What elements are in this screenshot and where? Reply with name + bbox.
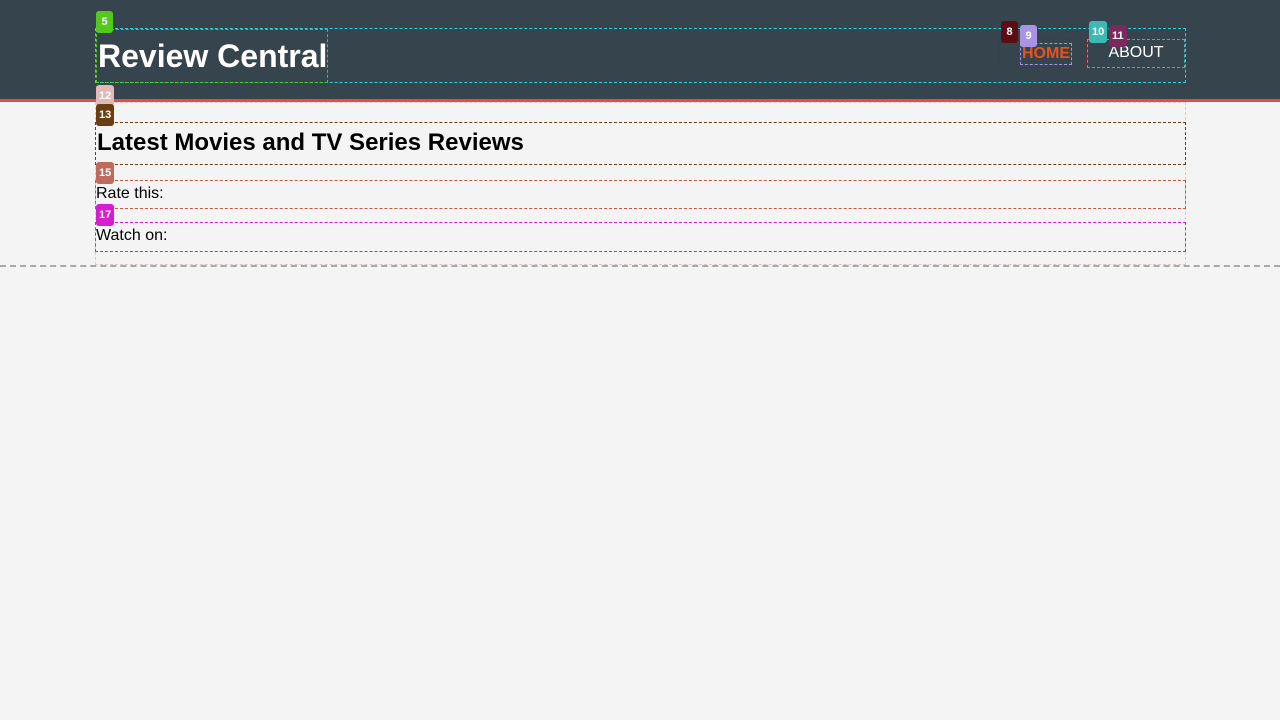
- badge-8: 8: [1001, 21, 1018, 43]
- watch-on-row: Watch on:: [95, 222, 1186, 252]
- badge-15: 15: [96, 162, 115, 184]
- badge-11: 11: [1109, 25, 1127, 47]
- badge-13: 13: [96, 104, 115, 126]
- nav-item-home: HOME: [999, 39, 1087, 68]
- main-content: Latest Movies and TV Series Reviews Rate…: [0, 102, 1280, 267]
- rating-row: Rate this:: [95, 180, 1186, 209]
- site-header: Review Central HOME ABOUT: [0, 0, 1280, 102]
- badge-10: 10: [1089, 21, 1108, 43]
- badge-17: 17: [96, 204, 115, 226]
- badge-5: 5: [96, 11, 113, 33]
- site-logo[interactable]: Review Central: [96, 29, 328, 83]
- reviews-container: Latest Movies and TV Series Reviews Rate…: [95, 102, 1186, 265]
- section-title: Latest Movies and TV Series Reviews: [95, 122, 1186, 165]
- nav-item-about: ABOUT: [1087, 39, 1185, 68]
- nav-link-about[interactable]: ABOUT: [1088, 40, 1184, 67]
- badge-9: 9: [1020, 25, 1037, 47]
